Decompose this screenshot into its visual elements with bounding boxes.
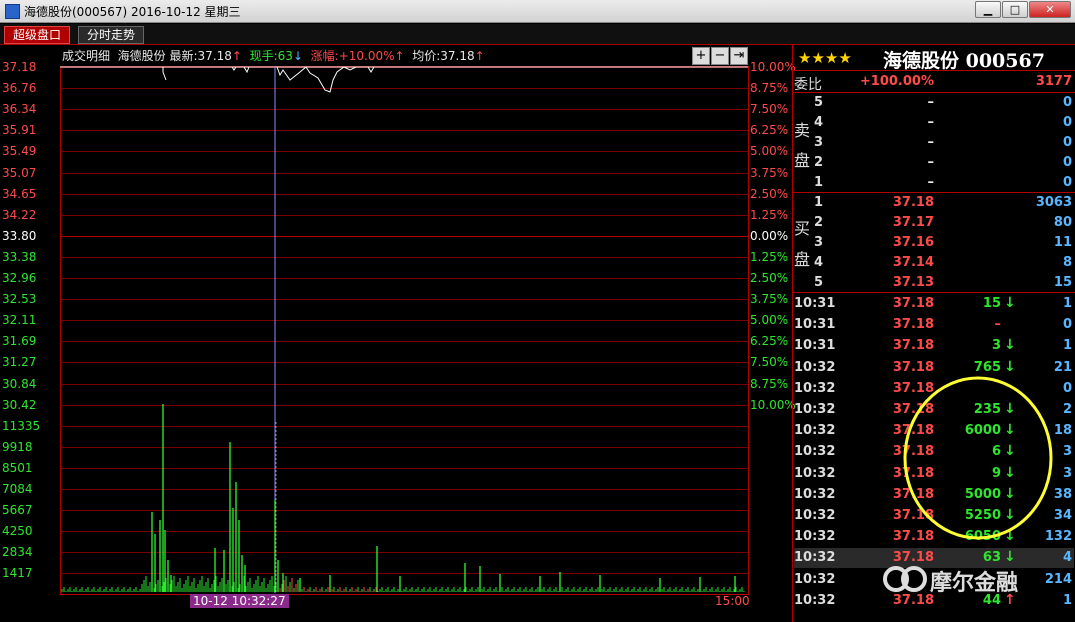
watermark-logo-icon — [883, 566, 927, 592]
tick-time: 10:32 — [794, 380, 836, 396]
tick-volume: 15 — [982, 296, 1001, 311]
minimize-button[interactable]: ▁ — [975, 1, 1001, 18]
level-price: – — [927, 175, 935, 190]
tick-time: 10:32 — [794, 486, 836, 502]
tick-count: 1 — [1062, 338, 1072, 354]
weibi-label: 委比 — [794, 77, 822, 93]
tick-price: 37.18 — [892, 338, 934, 354]
tick-count: 0 — [1062, 317, 1072, 333]
close-time-label: 15:00 — [715, 594, 750, 608]
tick-time: 10:31 — [794, 317, 836, 333]
sell-label: 卖 — [794, 121, 811, 140]
sell-level-row: 1 – 0 — [794, 173, 1074, 193]
level-volume: 3063 — [1035, 195, 1072, 210]
sell-level-row: 3 – 0 — [794, 133, 1074, 153]
level-number: 3 — [814, 135, 824, 150]
level-number: 4 — [814, 115, 824, 130]
level-volume: 80 — [1053, 215, 1072, 230]
sell-label-2: 盘 — [794, 151, 811, 170]
buy-level-row: 2 37.17 80 — [794, 213, 1074, 233]
level-price: – — [927, 155, 935, 170]
level-volume: 0 — [1062, 135, 1072, 150]
down-arrow-icon: ↓ — [1004, 295, 1016, 311]
price-line — [276, 66, 375, 93]
tick-price: 37.18 — [892, 317, 934, 333]
level-price: – — [927, 115, 935, 130]
buy-level-row: 5 37.13 15 — [794, 273, 1074, 293]
price-line — [162, 67, 167, 81]
level-number: 3 — [814, 235, 824, 250]
tick-row[interactable]: 10:31 37.18 3 ↓ 1 — [794, 336, 1074, 356]
level-number: 5 — [814, 275, 824, 290]
tick-time: 10:32 — [794, 402, 836, 417]
level-price: 37.13 — [892, 275, 934, 290]
tick-count: 1 — [1062, 296, 1072, 311]
level-number: 1 — [814, 195, 824, 210]
level-number: 5 — [814, 95, 824, 110]
weibi-pct: +100.00% — [859, 74, 934, 89]
level-price: – — [927, 95, 935, 110]
level-number: 2 — [814, 155, 824, 170]
level-volume: 11 — [1053, 235, 1072, 250]
weibi-value: 3177 — [1035, 74, 1072, 89]
buy-level-row: 3 37.16 11 — [794, 233, 1074, 253]
tick-time: 10:32 — [794, 571, 836, 587]
close-button[interactable]: ✕ — [1029, 1, 1071, 18]
level-volume: 0 — [1062, 115, 1072, 130]
level-volume: 8 — [1062, 255, 1072, 270]
tick-time: 10:32 — [794, 550, 836, 566]
weibi-row: 委比 +100.00% 3177 — [794, 72, 1074, 93]
cursor-time-label: 10-12 10:32:27 — [190, 594, 289, 608]
watermark-text: 摩尔金融 — [930, 571, 1019, 596]
buy-level-row: 1 37.18 3063 — [794, 193, 1074, 213]
level-volume: 0 — [1062, 95, 1072, 110]
tick-volume: – — [994, 317, 1002, 333]
level-volume: 15 — [1053, 275, 1072, 290]
stock-title: 海德股份 000567 — [883, 50, 1045, 72]
tick-time: 10:31 — [794, 338, 836, 354]
intraday-chart — [60, 66, 748, 593]
tick-time: 10:32 — [794, 423, 836, 439]
level-price: – — [927, 135, 935, 150]
tick-row[interactable]: 10:31 37.18 15 ↓ 1 — [794, 294, 1074, 314]
rating-stars: ★★★★ — [798, 49, 852, 67]
level-number: 2 — [814, 215, 824, 230]
watermark: 摩尔金融 — [882, 563, 1062, 597]
level-volume: 0 — [1062, 175, 1072, 190]
tick-row[interactable]: 10:31 37.18 – 0 — [794, 315, 1074, 335]
down-arrow-icon: ↓ — [1004, 337, 1016, 354]
buy-label: 买 — [794, 219, 811, 238]
sell-level-row: 4 – 0 — [794, 113, 1074, 133]
level-price: 37.14 — [892, 255, 934, 270]
buy-level-row: 4 37.14 8 — [794, 253, 1074, 273]
tick-time: 10:32 — [794, 508, 836, 523]
tick-time: 10:32 — [794, 444, 836, 460]
tick-time: 10:32 — [794, 465, 836, 481]
level-price: 37.16 — [892, 235, 934, 250]
maximize-button[interactable]: □ — [1002, 1, 1028, 18]
level-number: 4 — [814, 255, 824, 270]
highlight-circle — [903, 376, 1053, 540]
tick-time: 10:32 — [794, 359, 836, 375]
sell-level-row: 2 – 0 — [794, 153, 1074, 173]
tick-price: 37.18 — [892, 296, 934, 311]
price-line — [231, 66, 250, 74]
level-number: 1 — [814, 175, 824, 190]
buy-label-2: 盘 — [794, 250, 811, 269]
level-price: 37.18 — [892, 195, 934, 210]
tick-volume: 3 — [991, 338, 1001, 354]
tick-time: 10:32 — [794, 592, 836, 608]
level-volume: 0 — [1062, 155, 1072, 170]
sell-level-row: 5 – 0 — [794, 93, 1074, 113]
tick-time: 10:31 — [794, 296, 836, 311]
tick-time: 10:32 — [794, 529, 836, 545]
level-price: 37.17 — [892, 215, 934, 230]
